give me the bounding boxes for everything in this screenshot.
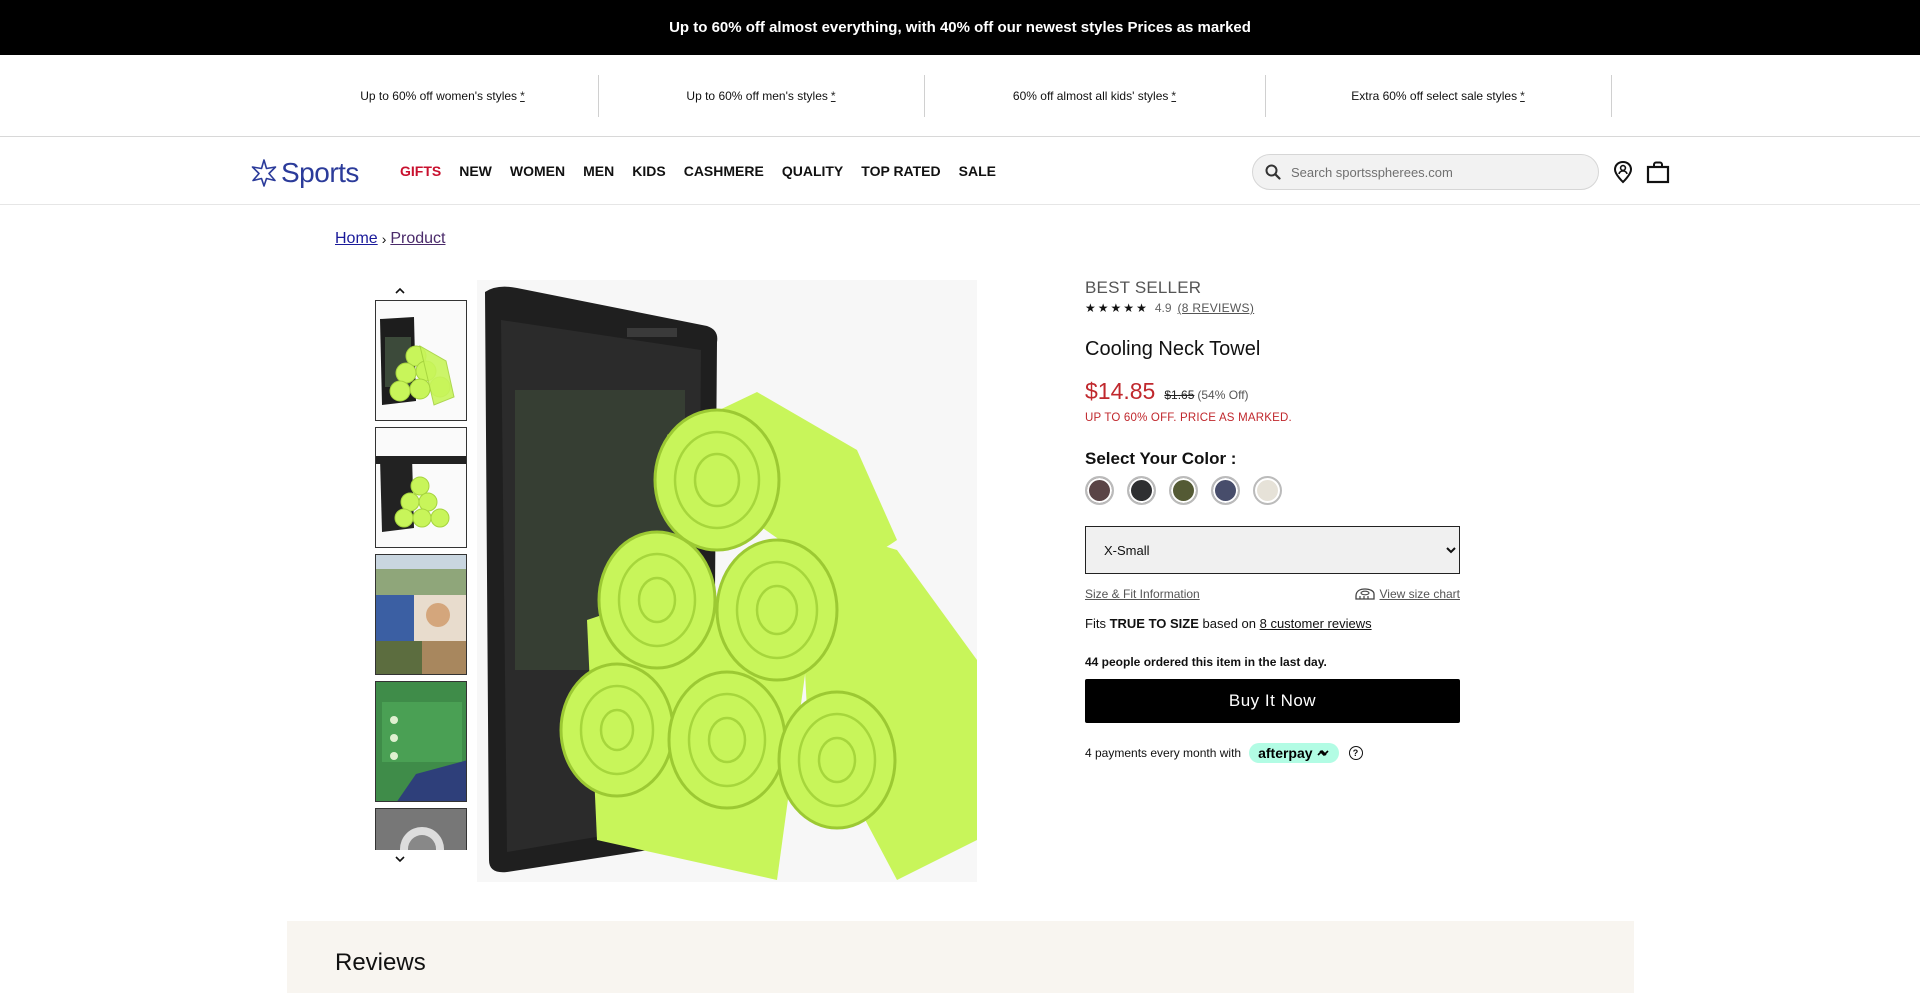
star-icon: ★: [1136, 301, 1147, 315]
size-chart-link[interactable]: View size chart: [1380, 587, 1460, 601]
shopping-bag-icon[interactable]: [1645, 159, 1671, 185]
top-banner: Up to 60% off almost everything, with 40…: [0, 0, 1920, 55]
promo-kids[interactable]: 60% off almost all kids' styles *: [924, 75, 1265, 117]
top-banner-text: Up to 60% off almost everything, with 40…: [669, 19, 1251, 36]
main-header: Sports GIFTS NEW WOMEN MEN KIDS CASHMERE…: [0, 137, 1920, 205]
rating-row: ★ ★ ★ ★ ★ 4.9 (8 REVIEWS): [1085, 301, 1460, 315]
promo-kids-text: 60% off almost all kids' styles: [1012, 89, 1169, 103]
nav-men[interactable]: MEN: [583, 163, 614, 179]
size-select[interactable]: X-Small: [1085, 526, 1460, 574]
afterpay-logo[interactable]: afterpay: [1249, 743, 1339, 763]
store-locator-icon[interactable]: [1610, 159, 1636, 185]
promo-sale-mark[interactable]: *: [1520, 89, 1525, 103]
promo-women-mark[interactable]: *: [520, 89, 525, 103]
afterpay-row: 4 payments every month with afterpay ?: [1085, 743, 1460, 763]
search-box[interactable]: [1252, 154, 1599, 190]
rating-value: 4.9: [1154, 301, 1172, 315]
promo-strip: Up to 60% off women's styles * Up to 60% …: [0, 55, 1920, 137]
sale-price: $14.85: [1085, 378, 1156, 404]
thumbnail-2[interactable]: [375, 427, 467, 548]
reviews-section: Reviews: [287, 921, 1634, 993]
nav-kids[interactable]: KIDS: [632, 163, 665, 179]
promo-women-text: Up to 60% off women's styles: [360, 89, 518, 103]
color-swatch-5[interactable]: [1253, 476, 1282, 505]
logo[interactable]: Sports: [249, 157, 359, 189]
nav-women[interactable]: WOMEN: [510, 163, 565, 179]
nav-new[interactable]: NEW: [459, 163, 492, 179]
breadcrumb-home[interactable]: Home: [335, 230, 378, 248]
fits-value: TRUE TO SIZE: [1109, 616, 1199, 631]
afterpay-arrows-icon: [1316, 750, 1329, 756]
breadcrumb: Home › Product: [335, 230, 446, 248]
size-chart-link-wrap[interactable]: View size chart: [1354, 587, 1460, 601]
promo-men-text: Up to 60% off men's styles: [686, 89, 828, 103]
afterpay-brand: afterpay: [1258, 745, 1313, 761]
original-price: $1.65: [1164, 388, 1195, 402]
logo-text: Sports: [281, 157, 359, 188]
star-icon: ★: [1110, 301, 1122, 315]
fit-row: Size & Fit Information View size chart: [1085, 587, 1460, 601]
promo-sale[interactable]: Extra 60% off select sale styles *: [1265, 75, 1611, 117]
thumb-scroll-up-icon[interactable]: [392, 283, 408, 297]
color-swatch-3[interactable]: [1169, 476, 1198, 505]
best-seller-badge: BEST SELLER: [1085, 278, 1202, 297]
ruler-icon: [1354, 588, 1375, 600]
breadcrumb-separator: ›: [381, 231, 387, 247]
discount-percent: (54% Off): [1197, 388, 1249, 402]
product-info: BEST SELLER ★ ★ ★ ★ ★ 4.9 (8 REVIEWS) Co…: [1085, 278, 1460, 763]
logo-star-icon: [251, 159, 277, 187]
fits-middle: based on: [1198, 616, 1260, 631]
thumbnail-1[interactable]: [375, 300, 467, 421]
customer-reviews-link[interactable]: 8 customer reviews: [1260, 616, 1372, 631]
main-product-image[interactable]: [477, 280, 977, 882]
promo-women[interactable]: Up to 60% off women's styles *: [287, 75, 598, 117]
color-swatches: [1085, 476, 1460, 505]
thumbnail-list: [375, 300, 467, 850]
star-icon: ★: [1123, 301, 1135, 315]
color-swatch-1[interactable]: [1085, 476, 1114, 505]
nav-gifts[interactable]: GIFTS: [400, 163, 441, 179]
afterpay-text: 4 payments every month with: [1085, 746, 1242, 760]
promo-sale-text: Extra 60% off select sale styles: [1351, 89, 1518, 103]
search-input[interactable]: [1291, 164, 1571, 180]
breadcrumb-current[interactable]: Product: [390, 230, 445, 248]
search-icon[interactable]: [1265, 164, 1281, 180]
thumb-scroll-down-icon[interactable]: [392, 852, 408, 866]
star-rating: ★ ★ ★ ★ ★: [1085, 301, 1149, 315]
thumbnail-3[interactable]: [375, 554, 467, 675]
color-swatch-2[interactable]: [1127, 476, 1156, 505]
main-nav: GIFTS NEW WOMEN MEN KIDS CASHMERE QUALIT…: [400, 137, 1014, 205]
size-fit-link[interactable]: Size & Fit Information: [1085, 587, 1200, 601]
thumbnail-4[interactable]: [375, 681, 467, 802]
promo-men-mark[interactable]: *: [831, 89, 836, 103]
promo-kids-mark[interactable]: *: [1171, 89, 1176, 103]
product-title: Cooling Neck Towel: [1085, 338, 1261, 360]
star-icon: ★: [1085, 301, 1096, 315]
price-promo-note: UP TO 60% OFF. PRICE AS MARKED.: [1085, 412, 1292, 424]
buy-it-now-button[interactable]: Buy It Now: [1085, 679, 1460, 723]
nav-quality[interactable]: QUALITY: [782, 163, 843, 179]
nav-top-rated[interactable]: TOP RATED: [861, 163, 940, 179]
thumbnail-5[interactable]: [375, 808, 467, 850]
ordered-note: 44 people ordered this item in the last …: [1085, 655, 1327, 669]
color-label: Select Your Color :: [1085, 449, 1237, 468]
nav-cashmere[interactable]: CASHMERE: [684, 163, 764, 179]
reviews-link[interactable]: (8 REVIEWS): [1178, 301, 1255, 315]
star-icon: ★: [1097, 301, 1109, 315]
fit-summary: Fits TRUE TO SIZE based on 8 customer re…: [1085, 616, 1460, 631]
nav-sale[interactable]: SALE: [959, 163, 996, 179]
promo-divider: [1611, 75, 1612, 117]
reviews-heading: Reviews: [335, 949, 426, 976]
help-icon[interactable]: ?: [1348, 746, 1363, 760]
price-row: $14.85 $1.65 (54% Off): [1085, 378, 1460, 405]
promo-men[interactable]: Up to 60% off men's styles *: [598, 75, 924, 117]
color-swatch-4[interactable]: [1211, 476, 1240, 505]
fits-prefix: Fits: [1085, 616, 1110, 631]
